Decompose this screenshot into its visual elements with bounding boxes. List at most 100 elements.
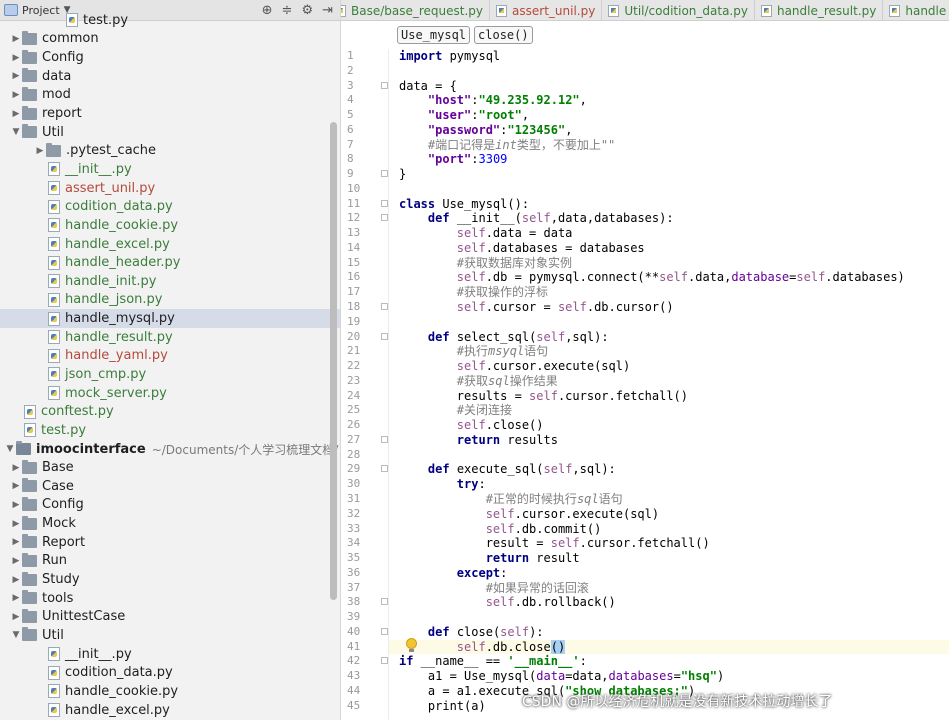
tree-file-item[interactable]: handle_header.py — [0, 253, 340, 272]
editor-tab[interactable]: Util/codition_data.py — [602, 0, 755, 20]
code-line[interactable]: self.data = data — [389, 226, 949, 241]
tree-folder-item[interactable]: ▶ common — [0, 30, 340, 49]
tree-file-item[interactable]: codition_data.py — [0, 197, 340, 216]
tree-folder-item[interactable]: ▶ Report — [0, 533, 340, 552]
tree-folder-item[interactable]: ▶ Run — [0, 552, 340, 571]
fold-marker-icon[interactable] — [381, 214, 388, 222]
tree-file-item[interactable]: test.py — [0, 11, 340, 30]
code-line[interactable]: self.db = pymysql.connect(**self.data,da… — [389, 270, 949, 285]
code-line[interactable]: if __name__ == '__main__': — [389, 654, 949, 669]
code-line[interactable]: self.db.commit() — [389, 522, 949, 537]
tree-folder-item[interactable]: ▶ tools — [0, 589, 340, 608]
tree-file-item[interactable]: conftest.py — [0, 402, 340, 421]
tree-folder-item[interactable]: ▶ report — [0, 104, 340, 123]
code-line[interactable]: self.close() — [389, 418, 949, 433]
sidebar-scrollbar[interactable] — [330, 122, 337, 600]
lightbulb-icon[interactable] — [406, 638, 418, 652]
tree-file-item[interactable]: handle_cookie.py — [0, 216, 340, 235]
tree-folder-item[interactable]: ▶ mod — [0, 86, 340, 105]
code-line[interactable]: class Use_mysql(): — [389, 197, 949, 212]
code-line[interactable]: self.cursor = self.db.cursor() — [389, 300, 949, 315]
code-line[interactable]: def close(self): — [389, 625, 949, 640]
tree-file-item[interactable]: handle_result.py — [0, 328, 340, 347]
chevron-right-icon[interactable]: ▶ — [10, 612, 22, 622]
tree-file-item[interactable]: handle_json.py — [0, 291, 340, 310]
editor-tab[interactable]: assert_unil.py — [490, 0, 603, 20]
code-line[interactable]: self.cursor.execute(sql) — [389, 359, 949, 374]
code-line[interactable]: self.db.close() — [389, 639, 949, 655]
code-line[interactable] — [389, 64, 949, 79]
code-line[interactable]: #如果异常的话回滚 — [389, 581, 949, 596]
tree-folder-item[interactable]: ▶ UnittestCase — [0, 608, 340, 627]
fold-marker-icon[interactable] — [381, 657, 388, 665]
tree-file-item[interactable]: handle_excel.py — [0, 235, 340, 254]
fold-marker-icon[interactable] — [381, 627, 388, 635]
fold-marker-icon[interactable] — [381, 303, 388, 311]
chevron-right-icon[interactable]: ▶ — [10, 463, 22, 473]
tree-file-item[interactable]: __init__.py — [0, 645, 340, 664]
tree-file-item[interactable]: handle_init.py — [0, 272, 340, 291]
chevron-right-icon[interactable]: ▶ — [10, 53, 22, 63]
code-line[interactable]: return results — [389, 433, 949, 448]
code-line[interactable]: import pymysql — [389, 49, 949, 64]
tree-file-item[interactable]: handle_cookie.py — [0, 682, 340, 701]
code-line[interactable]: #获取操作的浮标 — [389, 285, 949, 300]
code-line[interactable]: def select_sql(self,sql): — [389, 330, 949, 345]
code-line[interactable] — [389, 448, 949, 463]
code-line[interactable]: #获取数据库对象实例 — [389, 256, 949, 271]
tree-folder-item[interactable]: ▼ Util — [0, 123, 340, 142]
tree-folder-item[interactable]: ▶ Case — [0, 477, 340, 496]
editor-tab[interactable]: handle_result.py — [755, 0, 884, 20]
code-line[interactable]: def __init__(self,data,databases): — [389, 211, 949, 226]
code-line[interactable]: results = self.cursor.fetchall() — [389, 389, 949, 404]
fold-marker-icon[interactable] — [381, 332, 388, 340]
tree-file-item[interactable]: test.py — [0, 421, 340, 440]
tree-folder-item[interactable]: ▶ Config — [0, 48, 340, 67]
code-line[interactable]: a1 = Use_mysql(data=data,databases="hsq"… — [389, 669, 949, 684]
code-line[interactable] — [389, 182, 949, 197]
tree-file-item[interactable]: __init__.py — [0, 160, 340, 179]
chevron-right-icon[interactable]: ▶ — [34, 146, 46, 156]
chevron-right-icon[interactable]: ▶ — [10, 109, 22, 119]
code-line[interactable]: "user":"root", — [389, 108, 949, 123]
tree-folder-item[interactable]: ▶ Config — [0, 496, 340, 515]
editor-tab[interactable]: Base/base_request.py — [341, 0, 491, 20]
tree-folder-item[interactable]: ▶ data — [0, 67, 340, 86]
tree-file-item[interactable]: codition_data.py — [0, 663, 340, 682]
code-line[interactable] — [389, 315, 949, 330]
fold-marker-icon[interactable] — [381, 170, 388, 178]
code-line[interactable]: "password":"123456", — [389, 123, 949, 138]
chevron-right-icon[interactable]: ▶ — [10, 71, 22, 81]
chevron-right-icon[interactable]: ▶ — [10, 537, 22, 547]
fold-marker-icon[interactable] — [381, 435, 388, 443]
chevron-right-icon[interactable]: ▶ — [10, 575, 22, 585]
code-line[interactable] — [389, 610, 949, 625]
tree-folder-item[interactable]: ▼ imoocinterface ~/Documents/个人学习梳理文档/ — [0, 440, 340, 459]
breadcrumb-class[interactable]: Use_mysql — [397, 26, 471, 44]
tree-file-item[interactable]: handle_mysql.py — [0, 309, 340, 328]
chevron-down-icon[interactable]: ▼ — [4, 444, 16, 454]
code-line[interactable]: data = { — [389, 79, 949, 94]
code-line[interactable]: } — [389, 167, 949, 182]
fold-marker-icon[interactable] — [381, 465, 388, 473]
tree-folder-item[interactable]: ▶ Mock — [0, 514, 340, 533]
tree-file-item[interactable]: handle_yaml.py — [0, 347, 340, 366]
code-line[interactable]: #端口记得是int类型，不要加上"" — [389, 138, 949, 153]
code-line[interactable]: self.db.rollback() — [389, 595, 949, 610]
chevron-down-icon[interactable]: ▼ — [10, 630, 22, 640]
editor-tab[interactable]: handle — [883, 0, 949, 20]
code-line[interactable]: return result — [389, 551, 949, 566]
fold-marker-icon[interactable] — [381, 598, 388, 606]
tree-folder-item[interactable]: ▶ .pytest_cache — [0, 141, 340, 160]
code-line[interactable]: self.cursor.execute(sql) — [389, 507, 949, 522]
code-line[interactable]: "port":3309 — [389, 152, 949, 167]
tree-file-item[interactable]: mock_server.py — [0, 384, 340, 403]
tree-folder-item[interactable]: ▼ Util — [0, 626, 340, 645]
code-line[interactable]: except: — [389, 566, 949, 581]
fold-marker-icon[interactable] — [381, 81, 388, 89]
chevron-right-icon[interactable]: ▶ — [10, 593, 22, 603]
code-line[interactable]: self.databases = databases — [389, 241, 949, 256]
code-line[interactable]: try: — [389, 477, 949, 492]
tree-file-item[interactable]: json_cmp.py — [0, 365, 340, 384]
code-line[interactable]: #关闭连接 — [389, 403, 949, 418]
